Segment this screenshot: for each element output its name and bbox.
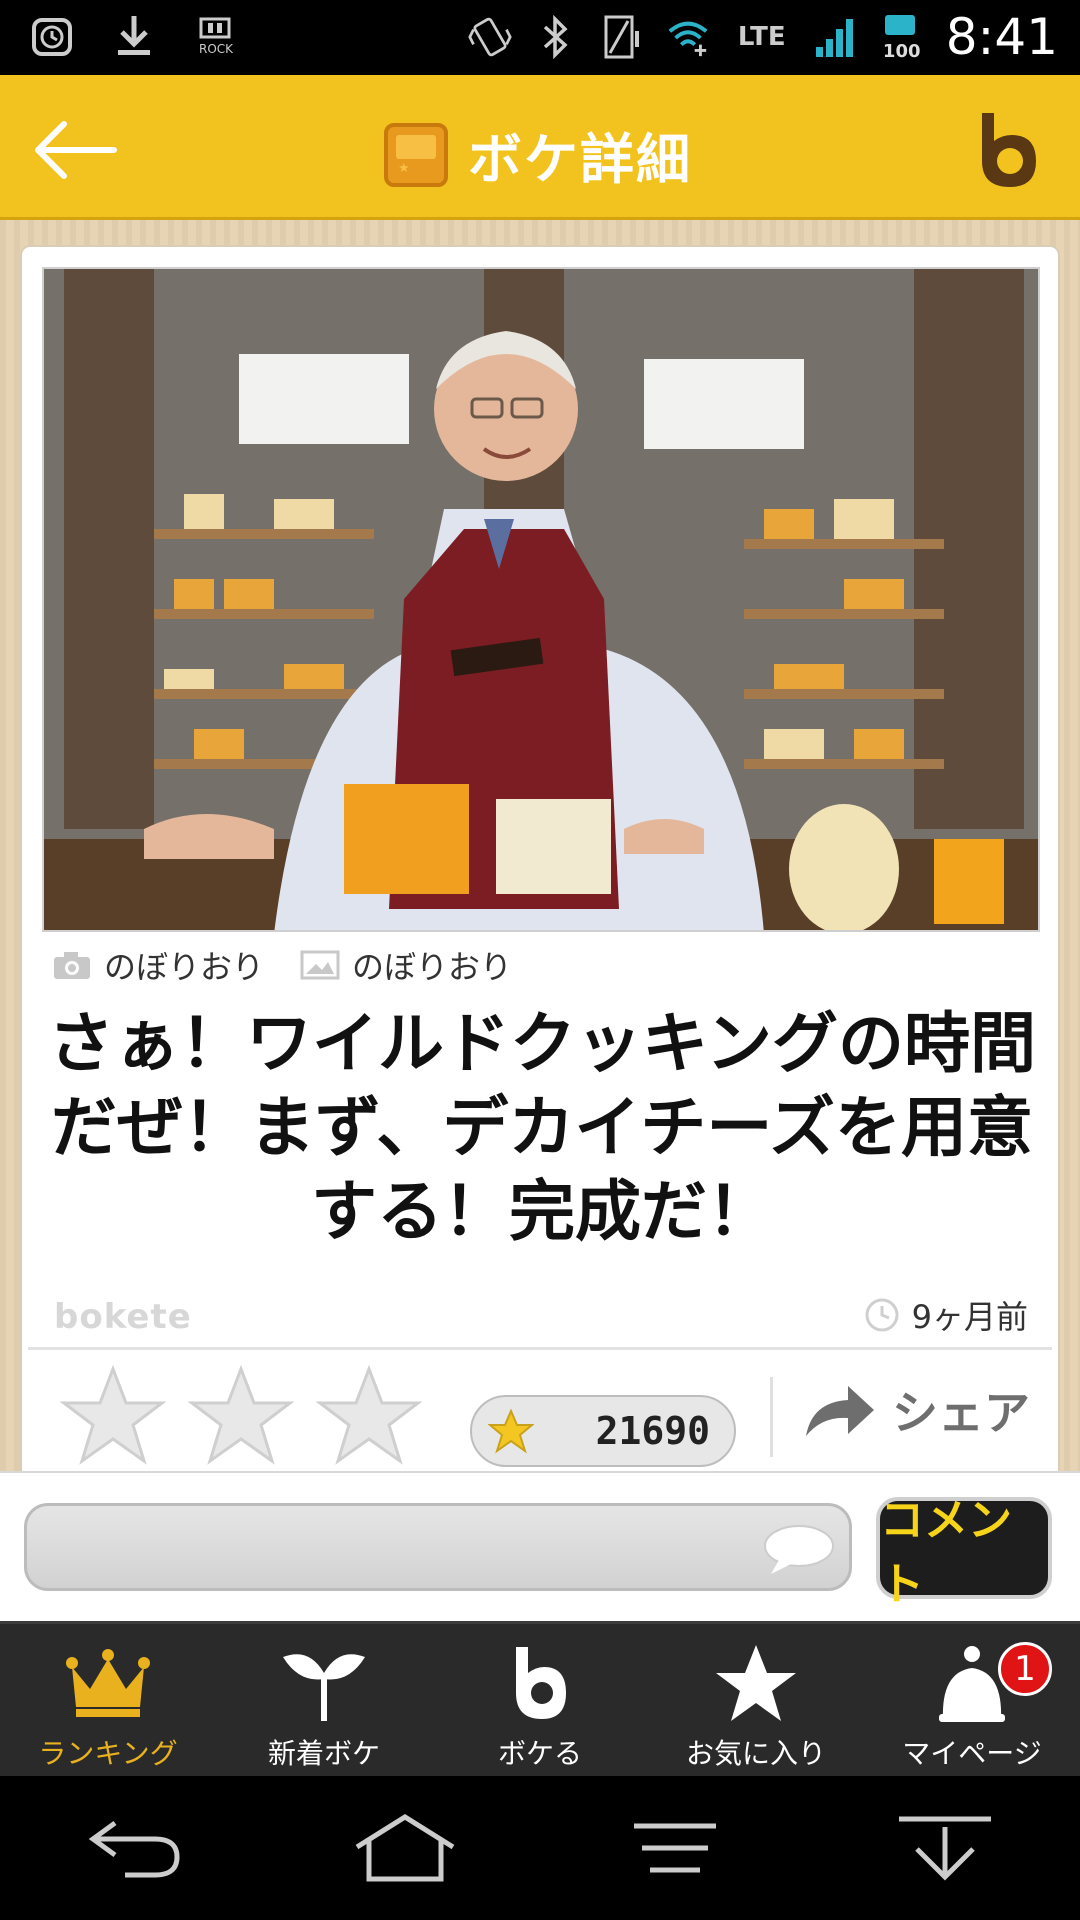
nav-label-new: 新着ボケ [267,1737,380,1770]
battery-icon: 100 [880,14,924,62]
crown-icon [63,1638,153,1728]
image-icon [300,950,340,980]
share-label: シェア [892,1386,1030,1440]
vibrate-icon [468,15,512,59]
nav-item-favorites[interactable]: お気に入り [648,1624,864,1776]
bluetooth-icon [534,15,578,59]
uploader-credit[interactable]: のぼりおり [300,942,512,988]
system-menu-button[interactable] [620,1803,730,1893]
bottom-nav: ランキング 新着ボケ ボケる お気に入り マイページ 1 [0,1621,1080,1776]
bokete-logo-button[interactable] [972,109,1042,191]
battery-level: 100 [882,40,921,62]
back-icon [88,1820,180,1878]
download-icon [112,14,156,58]
nav-label-boke: ボケる [497,1737,582,1770]
comment-bar: コメント [0,1471,1080,1621]
lte-indicator: LTE [732,15,792,59]
system-notification-button[interactable] [890,1803,1000,1893]
star-rating-1-icon[interactable] [60,1365,166,1465]
signal-icon [814,15,858,59]
vertical-divider [770,1377,773,1457]
boke-photo[interactable] [42,267,1040,932]
network-type-label: LTE [737,22,786,52]
comment-input[interactable] [24,1503,852,1591]
rock-icon: ROCK [194,14,238,58]
photographer-name: のぼりおり [104,948,265,986]
system-nav-bar [0,1776,1080,1920]
post-time: 9ヶ月前 [864,1292,1028,1338]
nav-item-mypage[interactable]: マイページ 1 [864,1624,1080,1776]
bokete-watermark: bokete [54,1297,192,1337]
star-icon [711,1638,801,1728]
star-rating-3-icon[interactable] [316,1365,422,1465]
b-logo-icon [495,1638,585,1728]
photographer-credit[interactable]: のぼりおり [52,942,264,988]
nav-item-boke[interactable]: ボケる [432,1624,648,1776]
star-icon [488,1408,534,1454]
time-ago-label: 9ヶ月前 [911,1298,1028,1336]
rock-label: ROCK [198,42,234,56]
page-title: ボケ詳細 [468,128,692,191]
content-area: のぼりおり のぼりおり さぁ！ワイルドクッキングの時間だぜ！まず、デカイチーズを… [0,220,1080,1620]
b-logo-icon [982,113,1036,187]
home-icon [355,1814,455,1882]
star-count: 21690 [595,1409,710,1453]
system-home-button[interactable] [350,1803,460,1893]
back-button[interactable] [30,115,120,185]
nav-item-new[interactable]: 新着ボケ [216,1624,432,1776]
notification-badge: 1 [998,1642,1052,1696]
nav-label-ranking: ランキング [38,1737,178,1770]
header-title-group: ボケ詳細 [384,115,692,194]
speech-bubble-icon [764,1525,834,1574]
star-count-badge: 21690 [470,1395,736,1467]
wifi-icon [666,15,710,59]
nav-label-favorites: お気に入り [685,1737,826,1770]
comment-button[interactable]: コメント [876,1495,1052,1610]
uploader-name: のぼりおり [352,948,513,986]
pull-down-icon [899,1816,991,1881]
nav-label-mypage: マイページ [902,1737,1042,1770]
photo-cheesemaker-image [44,269,1038,930]
boke-caption: さぁ！ワイルドクッキングの時間だぜ！まず、デカイチーズを用意する！完成だ！ [47,1005,1037,1250]
alarm-icon [30,14,74,58]
boke-card: のぼりおり のぼりおり さぁ！ワイルドクッキングの時間だぜ！まず、デカイチーズを… [20,245,1060,1545]
share-button[interactable]: シェア [802,1377,1030,1443]
star-rating-2-icon[interactable] [188,1365,294,1465]
nav-item-ranking[interactable]: ランキング [0,1624,216,1776]
sim-icon [600,15,644,59]
share-arrow-icon [806,1386,874,1436]
tv-icon [384,122,448,187]
clock: 8:41 [945,8,1058,66]
clock-icon [865,1298,899,1332]
arrow-left-icon [35,121,117,179]
app-header: ボケ詳細 [0,75,1080,220]
menu-icon [634,1823,716,1873]
sprout-icon [279,1638,369,1728]
status-bar: ROCK LTE 100 8:41 [0,0,1080,75]
divider [28,1347,1052,1350]
credits-row: のぼりおり のぼりおり [52,942,512,988]
camera-icon [54,952,90,979]
system-back-button[interactable] [80,1803,190,1893]
rating-stars [60,1365,422,1465]
